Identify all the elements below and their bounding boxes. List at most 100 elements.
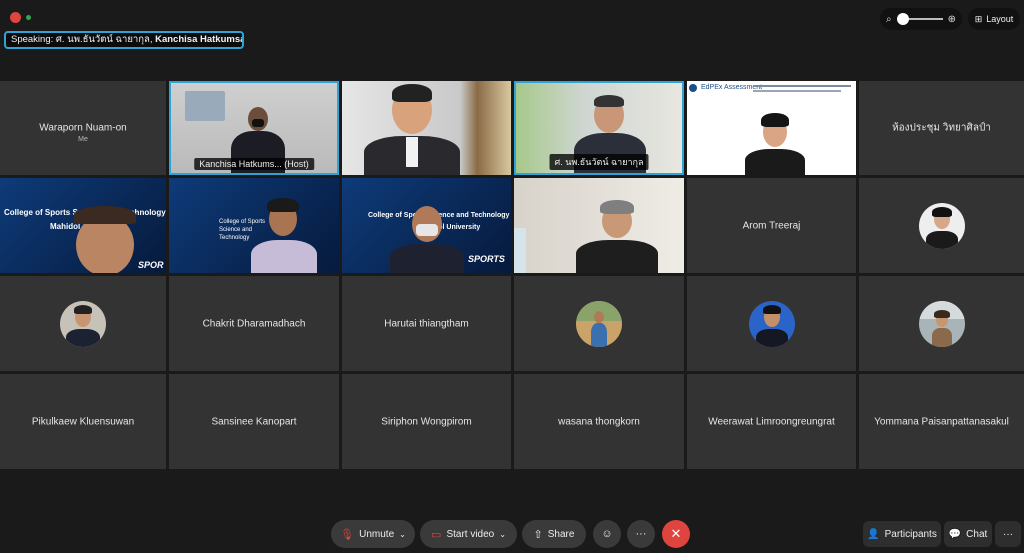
participant-name: Harutai thiangtham <box>384 318 469 329</box>
video-tile-5[interactable]: EdPEx Assessment <box>687 81 856 175</box>
slide-line <box>753 90 841 92</box>
zoom-slider[interactable] <box>896 13 943 25</box>
speaking-indicator: Speaking: ศ. นพ.ธันวัตน์ ฉายากุล, Kanchi… <box>4 31 244 49</box>
start-video-button[interactable]: ▭ Start video ⌄ <box>420 520 517 548</box>
video-tile-9[interactable]: College of Sports Science and Technology… <box>342 178 511 273</box>
avatar-hair <box>933 309 950 318</box>
video-tile-7[interactable]: College of Sports Science and Technology… <box>0 178 166 273</box>
share-button[interactable]: ⇧ Share <box>522 520 586 548</box>
speaking-names: ศ. นพ.ธันวัตน์ ฉายากุล, <box>55 34 153 45</box>
unmute-button[interactable]: 🎙 Unmute ⌄ <box>331 520 415 548</box>
reactions-button[interactable]: ☺ <box>593 520 621 548</box>
background-text-3: SPORTS <box>468 254 505 264</box>
person-body <box>576 240 658 273</box>
edpex-logo <box>689 84 697 92</box>
video-tile-22[interactable]: wasana thongkorn <box>514 374 684 469</box>
gallery-zoom-control[interactable]: ⌕ ⊕ <box>880 8 962 30</box>
video-tile-6[interactable]: ห้องประชุม วิทยาศิลป์า <box>859 81 1024 175</box>
window-close-button[interactable] <box>10 12 21 23</box>
video-tile-20[interactable]: Sansinee Kanopart <box>169 374 339 469</box>
avatar-hair <box>931 206 952 217</box>
video-tile-3[interactable] <box>342 81 511 175</box>
video-tile-12[interactable] <box>859 178 1024 273</box>
face-mask <box>416 224 438 236</box>
video-tile-self[interactable]: Waraporn Nuam-on Me <box>0 81 166 175</box>
participants-label: Participants <box>884 528 937 540</box>
avatar-body <box>755 328 788 347</box>
zoom-in-icon[interactable]: ⊕ <box>948 14 956 25</box>
speaking-prefix: Speaking: <box>11 34 54 45</box>
layout-button[interactable]: ⊞ Layout <box>968 8 1020 30</box>
participant-name: Chakrit Dharamadhach <box>202 318 306 329</box>
chat-icon: 💬 <box>948 528 962 540</box>
person-body <box>745 149 805 175</box>
video-tile-host[interactable]: Kanchisa Hatkums... (Host) <box>169 81 339 175</box>
video-tile-17[interactable] <box>687 276 856 371</box>
avatar-head <box>594 310 604 323</box>
chevron-down-icon[interactable]: ⌄ <box>499 530 506 539</box>
person-hair <box>74 206 136 224</box>
more-icon: ··· <box>635 528 647 540</box>
person-body <box>390 244 464 273</box>
more-options-button[interactable]: ··· <box>627 520 655 548</box>
participant-nameplate: ศ. นพ.ธันวัตน์ ฉายากุล <box>549 154 649 170</box>
chat-button[interactable]: 💬 Chat <box>944 521 992 547</box>
video-tile-15[interactable]: Harutai thiangtham <box>342 276 511 371</box>
video-tile-24[interactable]: Yommana Paisanpattanasakul <box>859 374 1024 469</box>
layout-icon: ⊞ <box>974 13 983 24</box>
avatar-body <box>66 328 100 347</box>
person-hair <box>600 200 634 214</box>
participants-button[interactable]: 👤 Participants <box>863 521 941 547</box>
video-tile-10[interactable] <box>514 178 684 273</box>
background-text-3: SPOR <box>138 260 164 270</box>
video-tile-13[interactable] <box>0 276 166 371</box>
zoom-slider-knob[interactable] <box>896 13 909 25</box>
slide-line <box>753 85 851 87</box>
layout-label: Layout <box>986 14 1014 24</box>
share-label: Share <box>547 528 575 540</box>
meeting-controls-bar: 🎙 Unmute ⌄ ▭ Start video ⌄ ⇧ Share ☺ ···… <box>0 513 1024 553</box>
zoom-out-icon[interactable]: ⌕ <box>886 14 892 25</box>
water-bottle <box>514 228 526 273</box>
person-hair <box>392 84 432 102</box>
window-status-dot <box>26 15 31 20</box>
chat-label: Chat <box>966 528 988 540</box>
participant-name: Pikulkaew Kluensuwan <box>31 416 135 427</box>
wall-poster <box>185 91 225 121</box>
video-tile-21[interactable]: Siriphon Wongpirom <box>342 374 511 469</box>
top-bar: ⌕ ⊕ ⊞ Layout <box>0 0 1024 34</box>
chevron-down-icon[interactable]: ⌄ <box>399 530 406 539</box>
video-tile-18[interactable] <box>859 276 1024 371</box>
video-tile-11[interactable]: Arom Treeraj <box>687 178 856 273</box>
participant-name: Sansinee Kanopart <box>211 416 297 427</box>
person-hair <box>761 113 789 127</box>
participant-name: Waraporn Nuam-on <box>39 122 127 134</box>
video-tile-4[interactable]: ศ. นพ.ธันวัตน์ ฉายากุล <box>514 81 684 175</box>
participants-icon: 👤 <box>867 528 880 540</box>
avatar-body <box>591 322 607 347</box>
speaking-names-bold: Kanchisa Hatkumsap (... <box>155 34 242 45</box>
video-tile-14[interactable]: Chakrit Dharamadhach <box>169 276 339 371</box>
start-video-label: Start video <box>446 528 495 540</box>
face-mask <box>252 119 264 127</box>
person-hair <box>594 95 624 107</box>
video-tile-8[interactable]: College of Sports Science and Technology <box>169 178 339 273</box>
video-tile-23[interactable]: Weerawat Limroongreungrat <box>687 374 856 469</box>
person-hair <box>267 198 299 212</box>
unmute-label: Unmute <box>359 528 395 540</box>
self-label: Me <box>78 135 88 143</box>
overflow-menu-button[interactable]: ··· <box>995 521 1021 547</box>
share-icon: ⇧ <box>533 528 543 541</box>
video-tile-19[interactable]: Pikulkaew Kluensuwan <box>0 374 166 469</box>
close-icon: ✕ <box>670 526 682 541</box>
avatar-body <box>925 230 958 249</box>
leave-meeting-button[interactable]: ✕ <box>662 520 690 548</box>
avatar <box>576 300 622 347</box>
participant-name: Yommana Paisanpattanasakul <box>874 416 1009 427</box>
avatar-hair <box>74 304 92 314</box>
avatar-hair <box>762 304 781 314</box>
avatar-body <box>931 327 952 347</box>
video-tile-16[interactable] <box>514 276 684 371</box>
participant-name: wasana thongkorn <box>558 416 640 427</box>
person-body <box>251 240 317 273</box>
